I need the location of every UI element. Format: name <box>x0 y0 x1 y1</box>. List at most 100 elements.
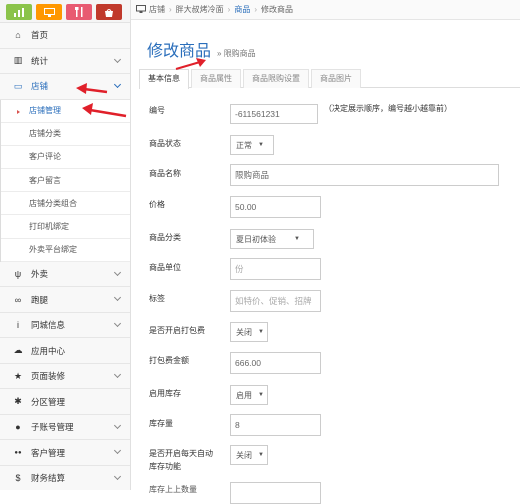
daily-stock-label: 是否开启每天自动 库存功能 <box>149 447 213 473</box>
name-field[interactable]: 限购商品 <box>230 164 499 186</box>
sidebar-item-label: 财务结算 <box>31 473 66 484</box>
users-icon: ●● <box>14 449 22 456</box>
sidebar-item-label: 店铺 <box>31 81 49 92</box>
number-field[interactable]: -611561231 <box>230 104 318 124</box>
status-label: 商品状态 <box>149 139 181 148</box>
sidebar-item-errand[interactable]: ∞ 跑腿 <box>0 287 130 313</box>
sidebar-item-subaccount[interactable]: ● 子账号管理 <box>0 414 130 441</box>
sidebar-item-label: 外卖 <box>31 269 49 280</box>
packfee-field[interactable]: 666.00 <box>230 352 321 374</box>
sidebar-item-finance[interactable]: $ 财务结算 <box>0 465 130 490</box>
chart-icon[interactable] <box>6 4 32 20</box>
daily-stock-select-value: 关闭 <box>236 450 252 460</box>
chevron-down-icon <box>113 319 122 327</box>
gear-icon: ✱ <box>14 396 22 407</box>
cutlery-icon[interactable] <box>66 4 92 20</box>
tab-attributes[interactable]: 商品属性 <box>191 69 241 88</box>
stockqty-field[interactable]: 8 <box>230 414 321 436</box>
chevron-down-icon <box>113 294 122 302</box>
home-icon: ⌂ <box>15 30 21 41</box>
bar-chart-icon: ▥ <box>13 55 23 66</box>
tags-field[interactable]: 如特价、促销、招牌 <box>230 290 321 312</box>
sidebar-item-page-decor[interactable]: ★ 页面装修 <box>0 363 130 390</box>
price-label: 价格 <box>149 200 165 209</box>
number-hint: （决定展示顺序，编号越小越靠前） <box>324 104 452 113</box>
breadcrumb-separator: › <box>254 5 258 14</box>
chevron-down-icon <box>113 370 122 378</box>
stockqty-label: 库存量 <box>149 419 173 428</box>
sidebar-item-store[interactable]: ▭ 店铺 <box>0 74 130 100</box>
breadcrumb-goods[interactable]: 商品 <box>234 4 250 15</box>
tab-images[interactable]: 商品图片 <box>311 69 361 88</box>
pack-select-value: 关闭 <box>236 327 252 337</box>
pack-select[interactable]: 关闭 ▼ <box>230 322 268 342</box>
daily-stock-label-line1: 是否开启每天自动 <box>149 449 213 458</box>
stock-select[interactable]: 启用 ▼ <box>230 385 268 405</box>
sidebar-item-customer[interactable]: ●● 客户管理 <box>0 440 130 466</box>
chevron-down-icon <box>113 472 122 480</box>
sidebar-item-label: 分区管理 <box>31 396 66 407</box>
tab-basic-info[interactable]: 基本信息 <box>139 69 189 89</box>
last-row-field[interactable] <box>230 482 321 504</box>
number-label: 编号 <box>149 106 165 115</box>
sidebar-item-label: 首页 <box>31 30 49 41</box>
chevron-down-icon <box>113 55 122 63</box>
chevron-down-icon <box>113 447 122 455</box>
category-select-value: 夏日初体验 <box>236 234 276 244</box>
breadcrumb: 店铺 › 胖大叔烤冷面 › 商品 › 修改商品 <box>131 0 520 20</box>
packfee-label: 打包费金额 <box>149 356 189 365</box>
caret-down-icon: ▼ <box>258 452 264 458</box>
chevron-down-icon <box>113 421 122 429</box>
daily-stock-select[interactable]: 关闭 ▼ <box>230 445 268 465</box>
breadcrumb-shop[interactable]: 胖大叔烤冷面 <box>176 4 224 15</box>
tags-label: 标签 <box>149 294 165 303</box>
cutlery-icon: ψ <box>14 269 22 280</box>
store-submenu: 店铺管理 店铺分类 客户评论 客户留言 店铺分类组合 打印机绑定 外卖平台绑定 <box>0 99 130 262</box>
sidebar-item-label: 子账号管理 <box>31 422 74 433</box>
sidebar-item-label: 应用中心 <box>31 345 66 356</box>
sidebar-subitem-delivery-binding[interactable]: 外卖平台绑定 <box>1 238 130 262</box>
stock-label: 启用库存 <box>149 389 181 398</box>
sidebar-subitem-printer-binding[interactable]: 打印机绑定 <box>1 215 130 239</box>
sidebar-item-stats[interactable]: ▥ 统计 <box>0 48 130 74</box>
caret-down-icon: ▼ <box>294 236 300 242</box>
sidebar-item-label: 跑腿 <box>31 294 49 305</box>
sidebar-item-zone-manage[interactable]: ✱ 分区管理 <box>0 389 130 415</box>
unit-label: 商品单位 <box>149 263 181 272</box>
info-icon: i <box>17 320 19 331</box>
status-select-value: 正常 <box>236 140 252 150</box>
caret-down-icon: ▼ <box>258 392 264 398</box>
category-select[interactable]: 夏日初体验 ▼ <box>230 229 314 249</box>
unit-field[interactable]: 份 <box>230 258 321 280</box>
sidebar-subitem-store-manage[interactable]: 店铺管理 <box>1 99 130 123</box>
quick-toolbar <box>0 0 130 23</box>
sidebar-item-app-center[interactable]: ☁ 应用中心 <box>0 338 130 364</box>
sidebar-item-home[interactable]: ⌂ 首页 <box>0 23 130 49</box>
bicycle-icon: ∞ <box>14 294 22 305</box>
tab-limit-settings[interactable]: 商品限购设置 <box>243 69 309 88</box>
page-title: 修改商品 <box>147 41 212 60</box>
breadcrumb-home[interactable]: 店铺 <box>149 4 165 15</box>
sidebar-subitem-customer-reviews[interactable]: 客户评论 <box>1 145 130 170</box>
main-content: 店铺 › 胖大叔烤冷面 › 商品 › 修改商品 修改商品 » 限购商品 基本信息… <box>131 0 520 504</box>
price-field[interactable]: 50.00 <box>230 196 321 218</box>
sidebar-item-label: 客户管理 <box>31 447 66 458</box>
sidebar-item-label: 页面装修 <box>31 371 66 382</box>
breadcrumb-current: 修改商品 <box>261 5 294 14</box>
star-icon: ★ <box>13 370 23 381</box>
shop-icon[interactable] <box>96 4 122 20</box>
status-select[interactable]: 正常 ▼ <box>230 135 274 155</box>
pack-label: 是否开启打包费 <box>149 326 205 335</box>
sidebar-item-takeout[interactable]: ψ 外卖 <box>0 261 130 288</box>
breadcrumb-separator: › <box>169 5 172 14</box>
sidebar-subitem-store-category[interactable]: 店铺分类 <box>1 122 130 146</box>
daily-stock-label-line2: 库存功能 <box>149 462 181 471</box>
monitor-icon[interactable] <box>36 4 62 20</box>
user-icon: ● <box>15 422 21 433</box>
sidebar-item-local-info[interactable]: i 同城信息 <box>0 312 130 339</box>
sidebar-item-label: 同城信息 <box>31 320 66 331</box>
sidebar-subitem-customer-messages[interactable]: 客户留言 <box>1 169 130 193</box>
sidebar-subitem-category-combo[interactable]: 店铺分类组合 <box>1 192 130 216</box>
name-label: 商品名称 <box>149 169 181 178</box>
caret-down-icon: ▼ <box>258 329 264 335</box>
